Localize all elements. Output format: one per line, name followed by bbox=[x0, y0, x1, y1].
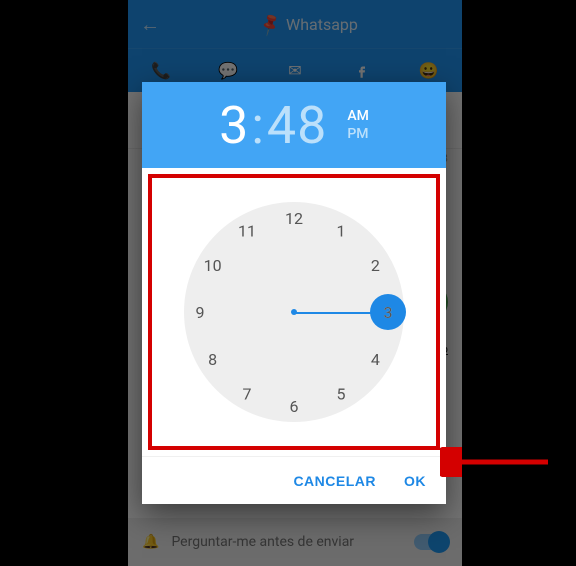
clock-center-dot bbox=[291, 309, 297, 315]
ok-button[interactable]: OK bbox=[404, 473, 426, 489]
clock-highlight-box: 3 121234567891011 bbox=[148, 174, 440, 450]
clock-number-7[interactable]: 7 bbox=[233, 379, 261, 407]
ampm-selector: AM PM bbox=[347, 107, 369, 143]
clock-number-1[interactable]: 1 bbox=[327, 217, 355, 245]
clock-number-5[interactable]: 5 bbox=[327, 379, 355, 407]
clock-number-2[interactable]: 2 bbox=[361, 251, 389, 279]
clock-number-11[interactable]: 11 bbox=[233, 217, 261, 245]
clock-hand bbox=[294, 312, 372, 314]
cancel-button[interactable]: CANCELAR bbox=[293, 473, 376, 489]
clock-number-12[interactable]: 12 bbox=[280, 204, 308, 232]
pm-option[interactable]: PM bbox=[347, 125, 369, 143]
time-picker-header: 3 : 48 AM PM bbox=[142, 82, 446, 168]
time-colon: : bbox=[251, 95, 265, 156]
clock-face-container[interactable]: 3 121234567891011 bbox=[174, 192, 414, 432]
clock-number-6[interactable]: 6 bbox=[280, 392, 308, 420]
dialog-actions: CANCELAR OK bbox=[142, 456, 446, 504]
clock-number-10[interactable]: 10 bbox=[199, 251, 227, 279]
minute-value[interactable]: 48 bbox=[267, 95, 327, 156]
clock-number-3[interactable]: 3 bbox=[374, 298, 402, 326]
clock-number-8[interactable]: 8 bbox=[199, 345, 227, 373]
am-option[interactable]: AM bbox=[347, 107, 369, 125]
clock-number-9[interactable]: 9 bbox=[186, 298, 214, 326]
time-display: 3 : 48 bbox=[219, 95, 327, 156]
time-picker-dialog: 3 : 48 AM PM 3 12 12 3 45678 9 1011 CANCELAR … bbox=[142, 82, 446, 504]
clock-number-4[interactable]: 4 bbox=[361, 345, 389, 373]
hour-value[interactable]: 3 bbox=[219, 95, 249, 156]
